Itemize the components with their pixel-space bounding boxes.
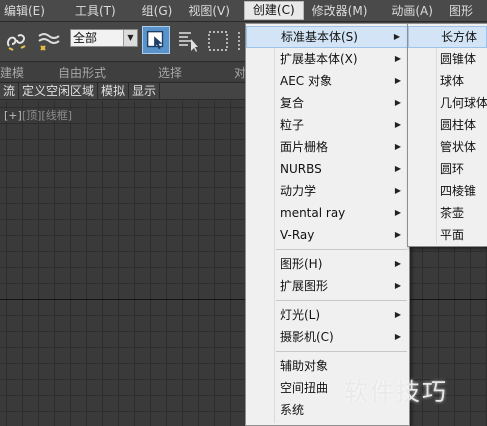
submenu-item-box[interactable]: 长方体 bbox=[408, 26, 487, 48]
menu-item-label: 辅助对象 bbox=[280, 359, 329, 373]
menu-item-cameras[interactable]: 摄影机(C) ▶ bbox=[246, 326, 409, 348]
grid-axis-line bbox=[0, 299, 487, 300]
menu-item-aec-objects[interactable]: AEC 对象 ▶ bbox=[246, 70, 409, 92]
menu-item-label: 图形(H) bbox=[280, 257, 323, 271]
create-menu: 标准基本体(S) ▶ 扩展基本体(X) ▶ AEC 对象 ▶ 复合 ▶ 粒子 ▶… bbox=[245, 23, 410, 426]
menu-item-label: 粒子 bbox=[280, 118, 305, 132]
chevron-right-icon: ▶ bbox=[394, 76, 401, 85]
menu-graph[interactable]: 图形 bbox=[441, 1, 481, 21]
tab-display[interactable]: 显示 bbox=[129, 83, 161, 99]
submenu-item-teapot[interactable]: 茶壶 bbox=[408, 202, 487, 224]
selection-filter-value: 全部 bbox=[73, 31, 98, 45]
viewport-view-name[interactable]: [顶] bbox=[22, 109, 42, 122]
viewport-shading-mode[interactable]: [线框] bbox=[41, 109, 72, 122]
ribbon-modeling[interactable]: 建模 bbox=[0, 64, 24, 81]
menu-create[interactable]: 创建(C) bbox=[243, 1, 304, 20]
menu-item-label: 标准基本体(S) bbox=[281, 30, 358, 44]
menu-modifiers[interactable]: 修改器(M) bbox=[304, 1, 376, 21]
submenu-item-cone[interactable]: 圆锥体 bbox=[408, 48, 487, 70]
chevron-down-icon: ▼ bbox=[123, 30, 137, 46]
select-by-name-icon[interactable] bbox=[176, 28, 202, 54]
chevron-right-icon: ▶ bbox=[394, 98, 401, 107]
menu-item-label: 扩展图形 bbox=[280, 279, 329, 293]
menu-item-label: 扩展基本体(X) bbox=[280, 52, 358, 66]
chevron-right-icon: ▶ bbox=[394, 164, 401, 173]
menu-item-label: mental ray bbox=[280, 206, 346, 220]
menu-separator bbox=[276, 249, 407, 250]
menu-item-label: 动力学 bbox=[280, 184, 317, 198]
viewport-menu-plus[interactable]: [+] bbox=[4, 109, 22, 122]
menu-tools[interactable]: 工具(T) bbox=[67, 1, 124, 21]
cursor-icon bbox=[146, 30, 164, 50]
menu-item-label: 面片栅格 bbox=[280, 140, 329, 154]
menu-item-label: 系统 bbox=[280, 403, 305, 417]
menu-item-mental-ray[interactable]: mental ray ▶ bbox=[246, 202, 409, 224]
chevron-right-icon: ▶ bbox=[393, 32, 400, 41]
selection-filter-dropdown[interactable]: 全部 ▼ bbox=[70, 29, 138, 47]
menu-item-vray[interactable]: V-Ray ▶ bbox=[246, 224, 409, 246]
submenu-item-pyramid[interactable]: 四棱锥 bbox=[408, 180, 487, 202]
chevron-right-icon: ▶ bbox=[394, 186, 401, 195]
menu-item-label: 摄影机(C) bbox=[280, 330, 334, 344]
menu-item-nurbs[interactable]: NURBS ▶ bbox=[246, 158, 409, 180]
menu-item-patch-grids[interactable]: 面片栅格 ▶ bbox=[246, 136, 409, 158]
submenu-item-plane[interactable]: 平面 bbox=[408, 224, 487, 246]
chevron-right-icon: ▶ bbox=[394, 54, 401, 63]
select-object-button[interactable] bbox=[142, 26, 170, 54]
tab-define-free-area[interactable]: 定义空闲区域 bbox=[19, 83, 99, 99]
menu-item-compound[interactable]: 复合 ▶ bbox=[246, 92, 409, 114]
submenu-item-sphere[interactable]: 球体 bbox=[408, 70, 487, 92]
menu-item-label: NURBS bbox=[280, 162, 322, 176]
menu-item-particles[interactable]: 粒子 ▶ bbox=[246, 114, 409, 136]
chevron-right-icon: ▶ bbox=[394, 259, 401, 268]
standard-primitives-submenu: 长方体 圆锥体 球体 几何球体 圆柱体 管状体 圆环 四棱锥 茶壶 平面 bbox=[407, 23, 487, 247]
menu-group[interactable]: 组(G) bbox=[134, 1, 181, 21]
menu-separator bbox=[276, 351, 407, 352]
chevron-right-icon: ▶ bbox=[394, 310, 401, 319]
menu-item-lights[interactable]: 灯光(L) ▶ bbox=[246, 304, 409, 326]
tab-flow[interactable]: 流 bbox=[0, 83, 20, 99]
submenu-item-torus[interactable]: 圆环 bbox=[408, 158, 487, 180]
ribbon-freeform[interactable]: 自由形式 bbox=[58, 64, 106, 81]
viewport-label: [+][顶][线框] bbox=[4, 107, 72, 123]
link-icon[interactable] bbox=[4, 28, 30, 54]
submenu-item-cylinder[interactable]: 圆柱体 bbox=[408, 114, 487, 136]
menu-item-extended-shapes[interactable]: 扩展图形 ▶ bbox=[246, 275, 409, 297]
menu-item-dynamics[interactable]: 动力学 ▶ bbox=[246, 180, 409, 202]
menu-edit[interactable]: 编辑(E) bbox=[0, 1, 53, 21]
chevron-right-icon: ▶ bbox=[394, 230, 401, 239]
menu-item-label: 灯光(L) bbox=[280, 308, 321, 322]
chevron-right-icon: ▶ bbox=[394, 120, 401, 129]
chevron-right-icon: ▶ bbox=[394, 142, 401, 151]
chevron-right-icon: ▶ bbox=[394, 208, 401, 217]
menu-item-label: 复合 bbox=[280, 96, 305, 110]
menu-item-label: 空间扭曲 bbox=[280, 381, 329, 395]
menu-item-label: V-Ray bbox=[280, 228, 315, 242]
unlink-icon[interactable] bbox=[36, 28, 62, 54]
tab-simulate[interactable]: 模拟 bbox=[98, 83, 130, 99]
menu-item-shapes[interactable]: 图形(H) ▶ bbox=[246, 253, 409, 275]
menu-item-label: AEC 对象 bbox=[280, 74, 332, 88]
submenu-item-tube[interactable]: 管状体 bbox=[408, 136, 487, 158]
submenu-item-geosphere[interactable]: 几何球体 bbox=[408, 92, 487, 114]
chevron-right-icon: ▶ bbox=[394, 281, 401, 290]
menu-bar: 编辑(E) 工具(T) 组(G) 视图(V) 创建(C) 修改器(M) 动画(A… bbox=[0, 0, 487, 22]
menu-item-standard-primitives[interactable]: 标准基本体(S) ▶ bbox=[246, 26, 409, 48]
menu-separator bbox=[276, 300, 407, 301]
rectangular-selection-icon[interactable] bbox=[206, 28, 232, 54]
chevron-right-icon: ▶ bbox=[394, 332, 401, 341]
watermark-text: 软件技巧 bbox=[344, 378, 448, 406]
ribbon-selection[interactable]: 选择 bbox=[158, 64, 182, 81]
menu-view[interactable]: 视图(V) bbox=[180, 1, 238, 21]
menu-item-extended-primitives[interactable]: 扩展基本体(X) ▶ bbox=[246, 48, 409, 70]
menu-animation[interactable]: 动画(A) bbox=[383, 1, 441, 21]
